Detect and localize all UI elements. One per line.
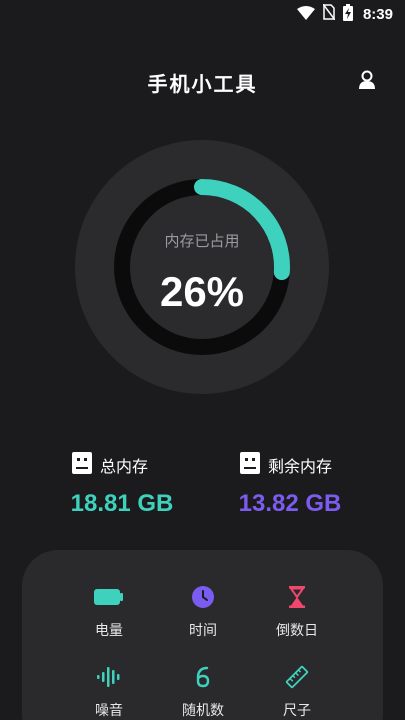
wifi-icon xyxy=(296,5,315,24)
hourglass-icon xyxy=(288,586,306,612)
ring-percent: 26% xyxy=(159,268,245,315)
memory-card-icon xyxy=(240,452,260,478)
battery-icon xyxy=(94,588,124,610)
status-time: 8:39 xyxy=(362,5,393,23)
soundwave-icon xyxy=(96,667,122,691)
free-memory: 剩余内存 13.82 GB xyxy=(228,452,398,518)
dice-six-icon xyxy=(195,666,211,692)
tool-label: 时间 xyxy=(189,623,217,639)
profile-button[interactable] xyxy=(355,70,379,94)
ring-outer-disc xyxy=(75,140,329,394)
tool-countdown[interactable]: 倒数日 xyxy=(252,586,342,646)
status-bar: 8:39 xyxy=(0,0,405,28)
tool-battery[interactable]: 电量 xyxy=(64,586,154,646)
user-icon xyxy=(358,70,376,94)
total-memory-title: 总内存 xyxy=(100,457,149,476)
free-memory-title: 剩余内存 xyxy=(268,457,333,476)
tool-label: 随机数 xyxy=(182,703,224,719)
tool-label: 倒数日 xyxy=(276,623,318,639)
memory-usage-ring: 内存已占用 26% xyxy=(75,140,329,394)
tool-ruler[interactable]: 尺子 xyxy=(252,665,342,720)
total-memory: 总内存 18.81 GB xyxy=(60,452,230,518)
tool-time[interactable]: 时间 xyxy=(158,586,248,646)
no-sim-icon xyxy=(322,3,336,24)
free-memory-value: 13.82 GB xyxy=(238,490,342,517)
ruler-icon xyxy=(285,665,309,693)
tool-noise[interactable]: 噪音 xyxy=(64,666,154,720)
ring-label: 内存已占用 xyxy=(164,232,240,250)
tool-random-number[interactable]: 随机数 xyxy=(158,666,248,720)
app-title: 手机小工具 xyxy=(147,72,258,96)
tools-panel: 电量 时间 倒数日 噪音 随机数 尺子 xyxy=(22,550,383,720)
tool-label: 电量 xyxy=(95,623,123,639)
total-memory-value: 18.81 GB xyxy=(70,490,174,517)
tool-label: 尺子 xyxy=(283,703,311,719)
battery-charging-icon xyxy=(342,3,353,25)
clock-icon xyxy=(191,585,215,613)
header: 手机小工具 xyxy=(0,62,405,102)
ring-graphic xyxy=(75,140,329,394)
memory-card-icon xyxy=(72,452,92,478)
tool-label: 噪音 xyxy=(95,703,123,719)
